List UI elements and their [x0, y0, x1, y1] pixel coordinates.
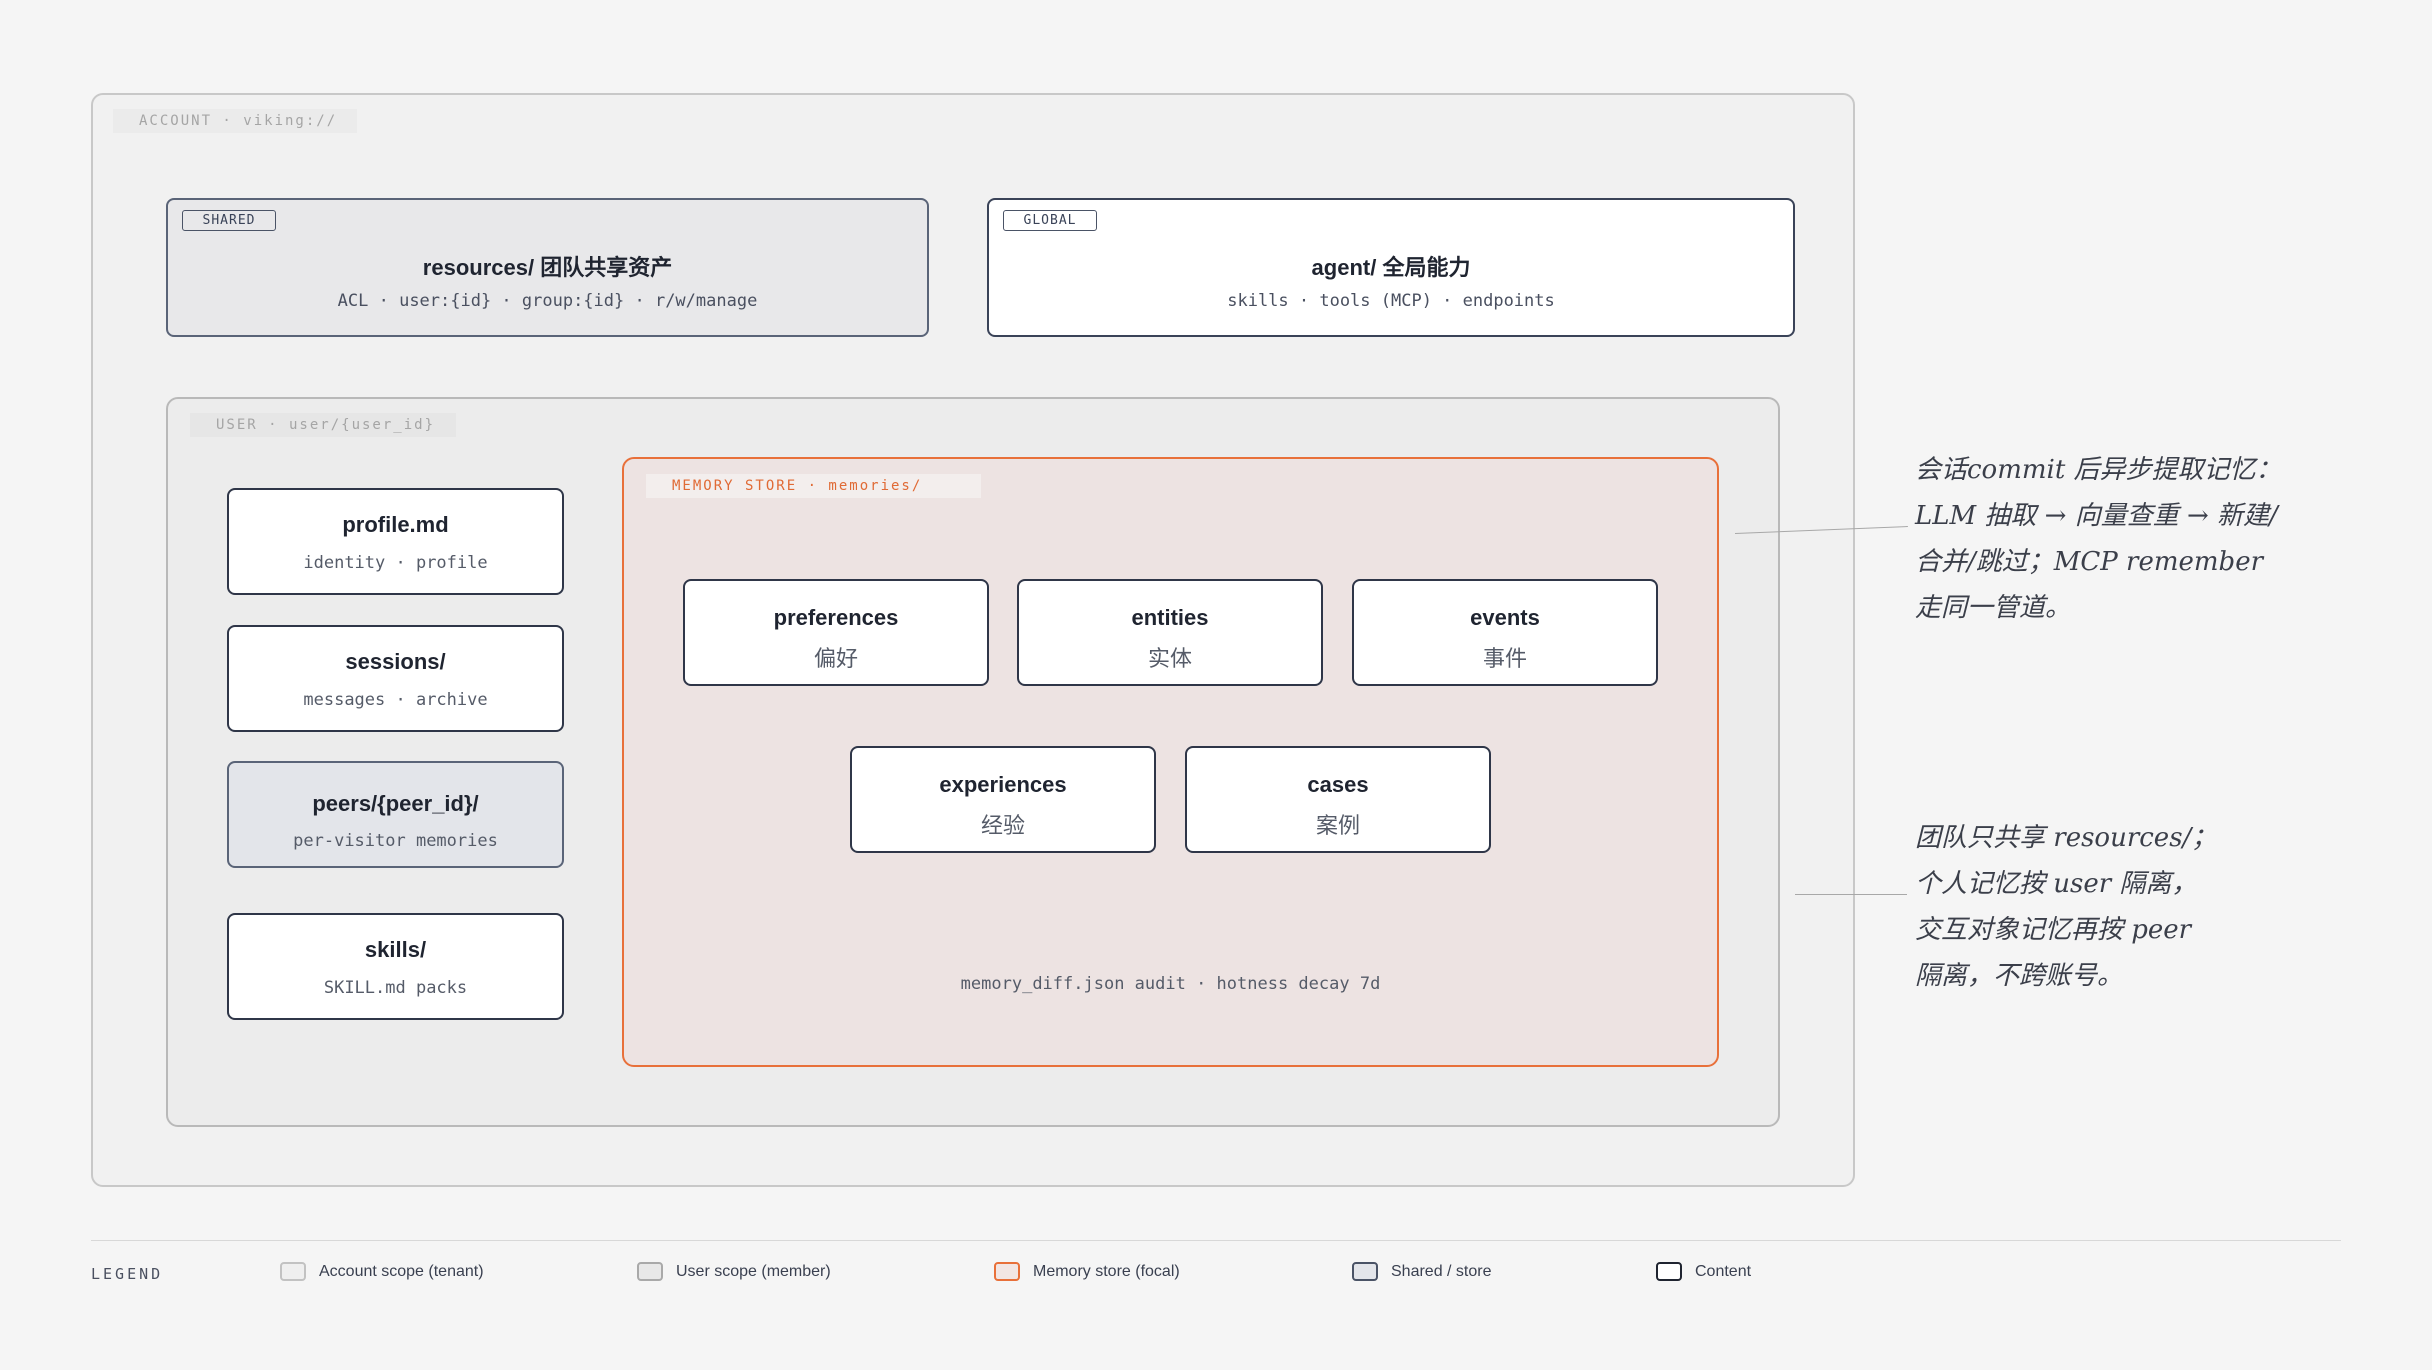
memory-item-subtitle: 经验: [980, 813, 1025, 838]
legend-divider: [91, 1240, 2341, 1241]
user-item-profile: profile.md identity · profile: [227, 488, 564, 595]
legend-swatch-account: [280, 1262, 306, 1281]
global-agent-title: agent/ 全局能力: [1311, 255, 1471, 280]
memory-item-events: events 事件: [1352, 579, 1658, 686]
memory-store-footer: memory_diff.json audit · hotness decay 7…: [960, 974, 1381, 994]
memory-item-title: cases: [1307, 772, 1369, 797]
legend-swatch-content: [1656, 1262, 1682, 1281]
note-line: 隔离，不跨账号。: [1915, 961, 2124, 991]
note-line: 走同一管道。: [1915, 593, 2072, 623]
shared-resources-subtitle: ACL · user:{id} · group:{id} · r/w/manag…: [337, 291, 758, 311]
memory-item-preferences: preferences 偏好: [683, 579, 989, 686]
legend-title: LEGEND: [91, 1265, 164, 1283]
note-line: 合并/跳过；MCP remember: [1915, 547, 2264, 577]
user-item-subtitle: identity · profile: [303, 553, 488, 573]
legend-label-memory: Memory store (focal): [1033, 1263, 1180, 1280]
memory-item-title: events: [1470, 605, 1540, 630]
global-agent-box: GLOBAL agent/ 全局能力 skills · tools (MCP) …: [987, 198, 1795, 337]
memory-store-tag: MEMORY STORE · memories/: [646, 474, 981, 498]
memory-item-title: entities: [1131, 605, 1209, 630]
memory-item-subtitle: 实体: [1147, 646, 1192, 671]
account-scope-tag: ACCOUNT · viking://: [113, 109, 357, 133]
user-item-title: peers/{peer_id}/: [312, 791, 479, 816]
user-item-skills: skills/ SKILL.md packs: [227, 913, 564, 1020]
commit-pipeline-note: 会话commit 后异步提取记忆： LLM 抽取 → 向量查重 → 新建/ 合并…: [1915, 447, 2282, 631]
memory-item-cases: cases 案例: [1185, 746, 1491, 853]
user-item-title: sessions/: [345, 649, 446, 674]
legend-swatch-memory: [994, 1262, 1020, 1281]
legend-label-user: User scope (member): [676, 1263, 831, 1280]
memory-item-entities: entities 实体: [1017, 579, 1323, 686]
isolation-note-leader-line: [1795, 894, 1907, 895]
legend-swatch-user: [637, 1262, 663, 1281]
memory-item-title: preferences: [773, 605, 899, 630]
user-item-subtitle: SKILL.md packs: [323, 978, 468, 998]
memory-item-subtitle: 事件: [1482, 646, 1527, 671]
note-line: 交互对象记忆再按 peer: [1915, 915, 2192, 945]
global-agent-subtitle: skills · tools (MCP) · endpoints: [1227, 291, 1555, 311]
note-line: 团队只共享 resources/；: [1915, 823, 2218, 853]
memory-item-subtitle: 案例: [1315, 813, 1360, 838]
user-item-title: skills/: [364, 937, 427, 962]
legend-swatch-shared: [1352, 1262, 1378, 1281]
memory-item-title: experiences: [939, 772, 1067, 797]
shared-resources-box: SHARED resources/ 团队共享资产 ACL · user:{id}…: [166, 198, 929, 337]
user-item-sessions: sessions/ messages · archive: [227, 625, 564, 732]
user-item-subtitle: messages · archive: [303, 690, 488, 710]
legend-label-content: Content: [1695, 1263, 1752, 1280]
user-item-title: profile.md: [342, 512, 449, 537]
shared-resources-title: resources/ 团队共享资产: [422, 255, 673, 280]
global-badge: GLOBAL: [1003, 210, 1097, 231]
isolation-note: 团队只共享 resources/； 个人记忆按 user 隔离， 交互对象记忆再…: [1915, 815, 2217, 999]
memory-item-subtitle: 偏好: [813, 646, 858, 671]
user-item-peers: peers/{peer_id}/ per-visitor memories: [227, 761, 564, 868]
note-line: 会话commit 后异步提取记忆：: [1915, 455, 2282, 485]
note-line: LLM 抽取 → 向量查重 → 新建/: [1915, 501, 2278, 531]
user-scope-tag: USER · user/{user_id}: [190, 413, 456, 437]
user-item-subtitle: per-visitor memories: [293, 831, 498, 851]
shared-badge: SHARED: [182, 210, 276, 231]
note-line: 个人记忆按 user 隔离，: [1915, 869, 2198, 899]
memory-item-experiences: experiences 经验: [850, 746, 1156, 853]
legend-label-shared: Shared / store: [1391, 1263, 1492, 1280]
legend-label-account: Account scope (tenant): [319, 1263, 484, 1280]
